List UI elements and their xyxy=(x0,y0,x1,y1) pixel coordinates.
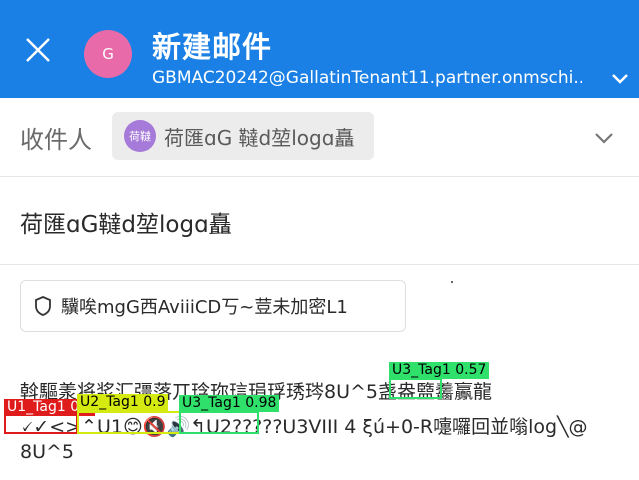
body-line[interactable]: 8U^5 xyxy=(20,441,74,463)
close-button[interactable] xyxy=(18,30,58,70)
header-bar: G 新建邮件 GBMAC20242@GallatinTenant11.partn… xyxy=(0,0,639,98)
to-label: 收件人 xyxy=(20,126,92,154)
page-title: 新建邮件 xyxy=(152,30,273,64)
encryption-button[interactable]: 驥唉mgG西AviiiC󠁎D丂~荳未加密L1 xyxy=(20,280,406,332)
account-email[interactable]: GBMAC20242@GallatinTenant11.partner.onms… xyxy=(152,68,582,88)
to-field: 收件人 荷韃 荷匯ɑ󠁎G 韃d堃lᴏgɑ矗 xyxy=(0,98,639,177)
cursor-dot xyxy=(451,281,453,283)
compose-screen: G 新建邮件 GBMAC20242@GallatinTenant11.partn… xyxy=(0,0,639,480)
annotation-box xyxy=(179,411,259,434)
recipient-chip[interactable]: 荷韃 荷匯ɑ󠁎G 韃d堃lᴏgɑ矗 xyxy=(112,112,374,160)
recipient-avatar-text: 荷韃 xyxy=(129,130,151,143)
shield-icon xyxy=(35,296,51,316)
chevron-down-icon[interactable] xyxy=(609,68,631,90)
annotation-box xyxy=(77,411,181,434)
annotation-box xyxy=(4,414,78,434)
annotation-label: U3_Tag1 0.57 xyxy=(389,362,490,379)
annotation-label: U2_Tag1 0.9 xyxy=(77,394,169,411)
account-avatar[interactable]: G xyxy=(84,30,132,78)
encryption-label: 驥唉mgG西AviiiC󠁎D丂~荳未加密L1 xyxy=(61,297,348,318)
close-icon xyxy=(26,38,50,62)
recipient-avatar: 荷韃 xyxy=(124,120,156,152)
subject-text: 荷匯ɑ󠁎G韃d堃lᴏgɑ矗 xyxy=(20,212,232,238)
recipient-name: 荷匯ɑ󠁎G 韃d堃lᴏgɑ矗 xyxy=(164,125,355,150)
annotation-box xyxy=(389,378,442,399)
chevron-down-icon[interactable] xyxy=(592,126,616,150)
annotation-label: U3_Tag1 0.98 xyxy=(179,395,280,412)
avatar-letter: G xyxy=(102,45,114,63)
subject-field[interactable]: 荷匯ɑ󠁎G韃d堃lᴏgɑ矗 xyxy=(0,177,639,265)
